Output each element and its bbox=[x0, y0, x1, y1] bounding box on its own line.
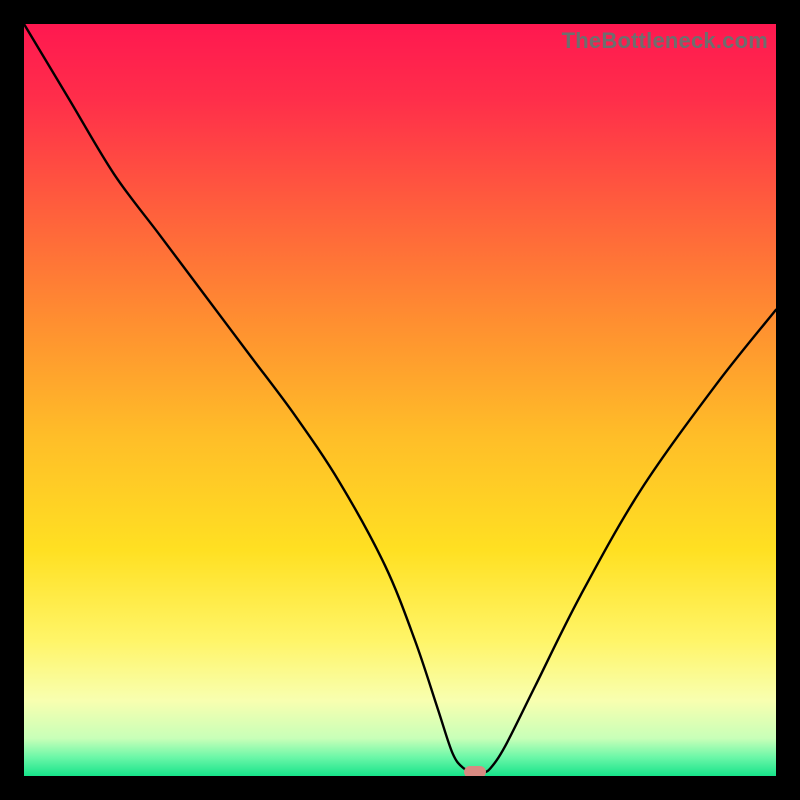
plot-area: TheBottleneck.com bbox=[24, 24, 776, 776]
bottleneck-curve bbox=[24, 24, 776, 776]
minimum-marker bbox=[464, 766, 486, 776]
chart-container: TheBottleneck.com bbox=[0, 0, 800, 800]
